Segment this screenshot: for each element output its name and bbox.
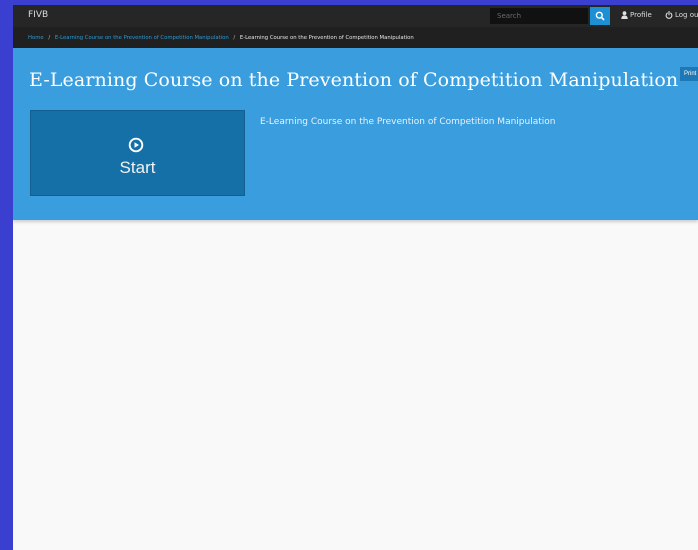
breadcrumb-separator: / [233,35,236,41]
app-window: FIVB Profile Log out Home / [13,5,698,550]
power-icon [665,11,673,19]
user-icon [621,11,628,19]
start-button[interactable]: Start [30,110,245,196]
breadcrumb: Home / E-Learning Course on the Preventi… [13,27,698,48]
course-description: E-Learning Course on the Prevention of C… [260,117,556,127]
search-button[interactable] [590,7,610,25]
profile-link[interactable]: Profile [621,11,652,19]
search-input[interactable] [490,8,588,24]
print-button[interactable]: Print [680,67,698,81]
logout-label: Log out [675,11,698,19]
breadcrumb-home-link[interactable]: Home [28,35,44,41]
breadcrumb-separator: / [48,35,51,41]
breadcrumb-parent-link[interactable]: E-Learning Course on the Prevention of C… [55,35,229,41]
search-icon [595,11,605,21]
logout-link[interactable]: Log out [665,11,698,19]
brand-logo[interactable]: FIVB [28,10,48,20]
page-title: E-Learning Course on the Prevention of C… [29,69,679,91]
profile-label: Profile [630,11,652,19]
breadcrumb-current: E-Learning Course on the Prevention of C… [239,35,414,41]
play-circle-icon [128,137,144,153]
top-navbar: FIVB Profile Log out [13,5,698,27]
start-label: Start [119,158,156,177]
course-header: E-Learning Course on the Prevention of C… [13,48,698,220]
